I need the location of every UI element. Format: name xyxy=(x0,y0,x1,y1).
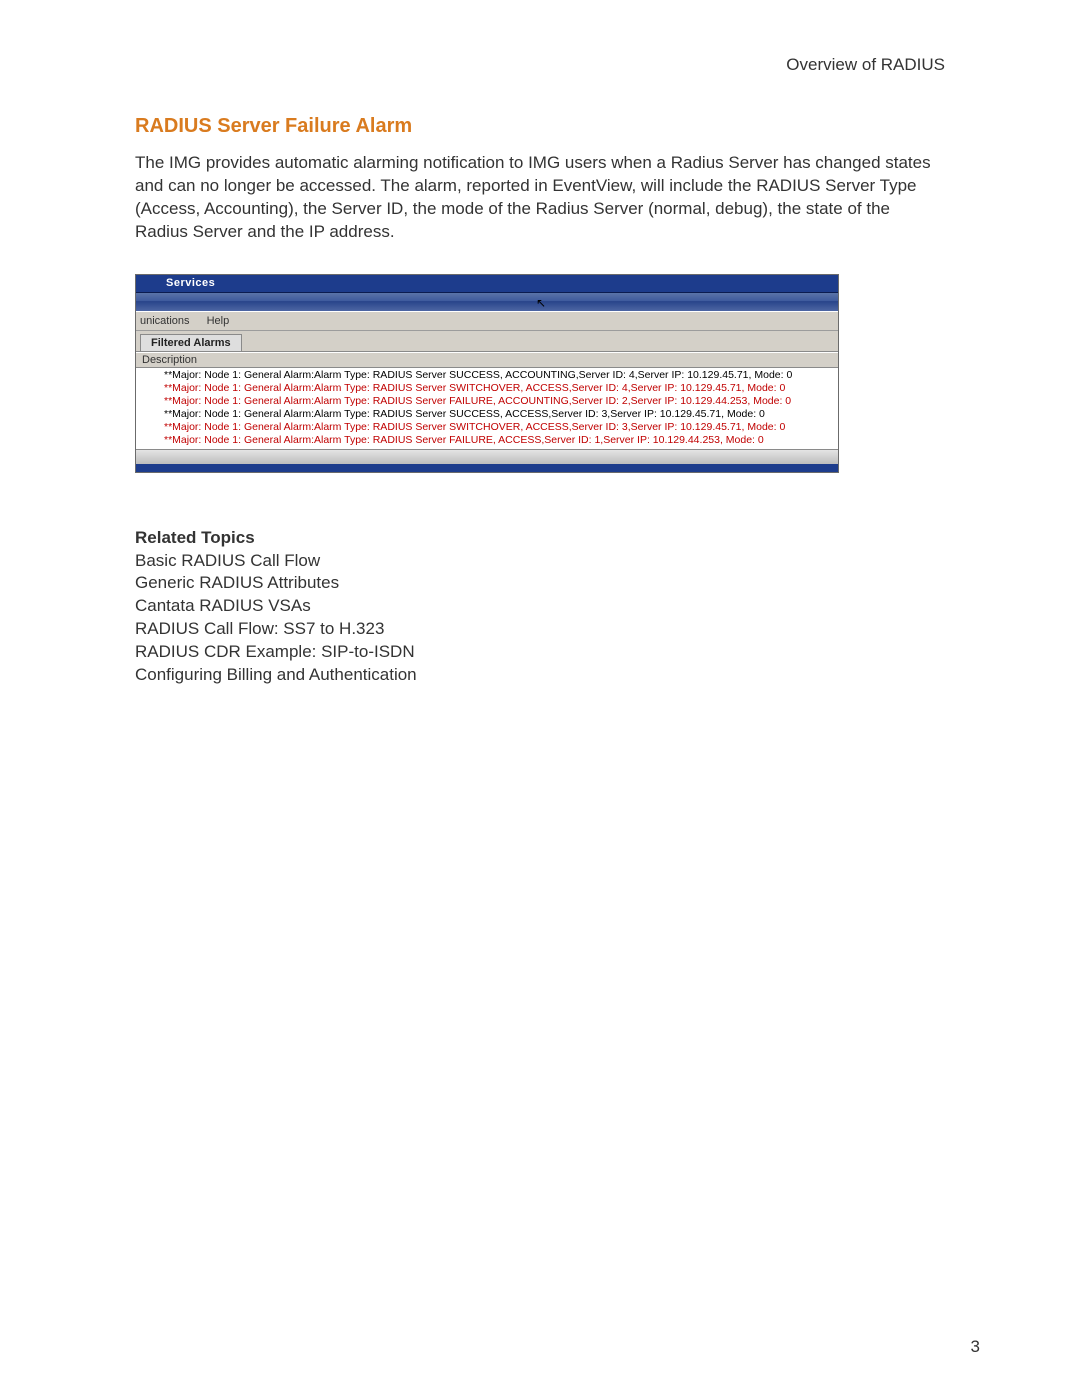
menu-item-communications[interactable]: unications xyxy=(140,315,190,327)
document-page: Overview of RADIUS RADIUS Server Failure… xyxy=(0,0,1080,1397)
alarm-row: **Major: Node 1: General Alarm:Alarm Typ… xyxy=(164,421,838,434)
section-body: The IMG provides automatic alarming noti… xyxy=(135,152,945,244)
related-topics-heading: Related Topics xyxy=(135,528,945,548)
related-topic-link[interactable]: RADIUS Call Flow: SS7 to H.323 xyxy=(135,618,945,641)
alarm-row: **Major: Node 1: General Alarm:Alarm Typ… xyxy=(164,408,838,421)
alarm-row: **Major: Node 1: General Alarm:Alarm Typ… xyxy=(164,382,838,395)
related-topic-link[interactable]: Basic RADIUS Call Flow xyxy=(135,550,945,573)
eventview-screenshot: Services ↖ unications Help Filtered Alar… xyxy=(135,274,839,473)
window-footer-bar xyxy=(136,464,838,472)
menu-item-help[interactable]: Help xyxy=(207,315,230,327)
alarm-row: **Major: Node 1: General Alarm:Alarm Typ… xyxy=(164,395,838,408)
tab-row: Filtered Alarms xyxy=(136,331,838,352)
related-topics-list: Basic RADIUS Call Flow Generic RADIUS At… xyxy=(135,550,945,688)
related-topic-link[interactable]: RADIUS CDR Example: SIP-to-ISDN xyxy=(135,641,945,664)
alarm-row: **Major: Node 1: General Alarm:Alarm Typ… xyxy=(164,369,838,382)
page-header: Overview of RADIUS xyxy=(135,55,945,75)
related-topic-link[interactable]: Configuring Billing and Authentication xyxy=(135,664,945,687)
tab-filtered-alarms[interactable]: Filtered Alarms xyxy=(140,334,242,351)
cursor-icon: ↖ xyxy=(536,296,546,310)
scrollbar-area[interactable] xyxy=(136,449,838,464)
related-topic-link[interactable]: Generic RADIUS Attributes xyxy=(135,572,945,595)
section-title: RADIUS Server Failure Alarm xyxy=(135,115,945,138)
alarm-row: **Major: Node 1: General Alarm:Alarm Typ… xyxy=(164,434,838,447)
related-topic-link[interactable]: Cantata RADIUS VSAs xyxy=(135,595,945,618)
column-header-description: Description xyxy=(136,352,838,368)
window-titlebar: Services xyxy=(136,275,838,293)
page-number: 3 xyxy=(971,1337,980,1357)
window-gradient-bar: ↖ xyxy=(136,293,838,311)
alarm-list: **Major: Node 1: General Alarm:Alarm Typ… xyxy=(136,368,838,449)
menu-bar[interactable]: unications Help xyxy=(136,311,838,331)
